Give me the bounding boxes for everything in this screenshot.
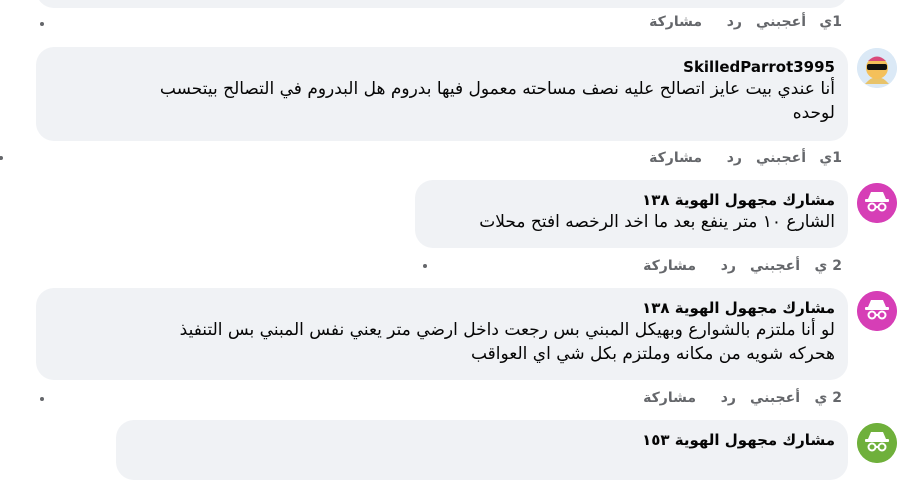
share-button[interactable]: مشاركة	[643, 390, 696, 406]
like-button[interactable]: أعجبني	[750, 258, 800, 274]
comment-bubble: مشارك مجهول الهوية ١٣٨ الشارع ١٠ متر ينف…	[415, 180, 848, 248]
parrot-icon	[857, 48, 897, 88]
comment-text: أنا عندي بيت عايز اتصالح عليه نصف مساحته…	[159, 79, 835, 123]
comment-time[interactable]: 1ي	[819, 150, 842, 166]
more-options-icon[interactable]	[40, 22, 44, 26]
comment-author[interactable]: مشارك مجهول الهوية ١٣٨	[49, 298, 835, 318]
comment-bubble: مشارك مجهول الهوية ١٣٨ لو أنا ملتزم بالش…	[36, 288, 848, 380]
anonymous-user-icon	[857, 183, 897, 223]
share-button[interactable]: مشاركة	[649, 14, 702, 30]
comment-actions: 1ي أعجبني رد مشاركة	[620, 14, 850, 34]
anonymous-user-icon	[857, 291, 897, 331]
more-options-icon[interactable]	[40, 397, 44, 401]
like-button[interactable]: أعجبني	[750, 390, 800, 406]
previous-comment-bubble	[36, 0, 848, 8]
reply-button[interactable]: رد	[721, 390, 736, 406]
like-button[interactable]: أعجبني	[756, 14, 806, 30]
comment-text: الشارع ١٠ متر ينفع بعد ما اخد الرخصه افت…	[479, 212, 835, 232]
comment-author[interactable]: مشارك مجهول الهوية ١٣٨	[428, 190, 835, 210]
comment-time[interactable]: 2 ي	[815, 390, 842, 406]
comment-time[interactable]: 2 ي	[815, 258, 842, 274]
reply-button[interactable]: رد	[727, 14, 742, 30]
reply-button[interactable]: رد	[727, 150, 742, 166]
comment-actions: 1ي أعجبني رد مشاركة	[620, 150, 850, 170]
reply-button[interactable]: رد	[721, 258, 736, 274]
avatar[interactable]	[857, 423, 897, 463]
share-button[interactable]: مشاركة	[649, 150, 702, 166]
more-options-icon[interactable]	[0, 156, 3, 160]
share-button[interactable]: مشاركة	[643, 258, 696, 274]
comment-time[interactable]: 1ي	[819, 14, 842, 30]
comment-actions: 2 ي أعجبني رد مشاركة	[610, 390, 850, 410]
comment-author[interactable]: مشارك مجهول الهوية ١٥٣	[129, 430, 835, 450]
anonymous-user-icon	[857, 423, 897, 463]
avatar[interactable]	[857, 48, 897, 88]
comment-bubble: مشارك مجهول الهوية ١٥٣	[116, 420, 848, 480]
comment-text: لو أنا ملتزم بالشوارع وبهيكل المبني بس ر…	[179, 320, 835, 364]
avatar[interactable]	[857, 183, 897, 223]
comment-actions: 2 ي أعجبني رد مشاركة	[610, 258, 850, 278]
like-button[interactable]: أعجبني	[756, 150, 806, 166]
comment-author[interactable]: SkilledParrot3995	[49, 57, 835, 77]
avatar[interactable]	[857, 291, 897, 331]
comment-bubble: SkilledParrot3995 أنا عندي بيت عايز اتصا…	[36, 47, 848, 141]
more-options-icon[interactable]	[423, 264, 427, 268]
